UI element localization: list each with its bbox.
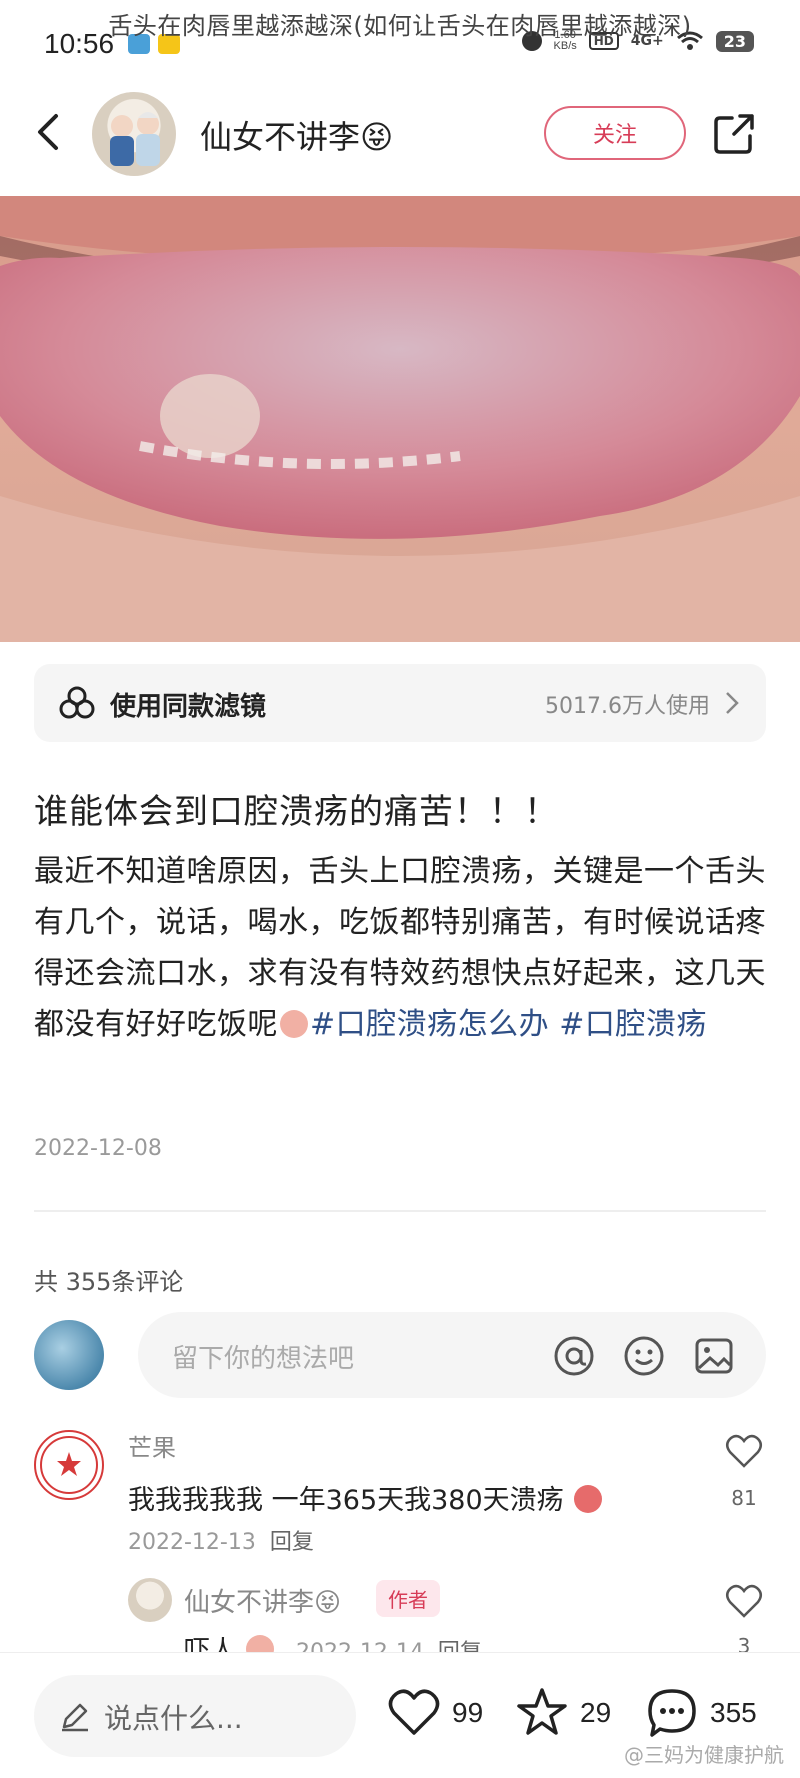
post-body: 最近不知道啥原因，舌头上口腔溃疡，关键是一个舌头有几个，说话，喝水，吃饭都特别痛… [34, 846, 774, 1050]
filter-users-count: 5017.6万人使用 [545, 694, 710, 719]
filter-icon [59, 686, 95, 719]
hashtag-link[interactable]: #口腔溃疡怎么办 [310, 1007, 549, 1042]
like-count: 99 [452, 1697, 484, 1728]
comment-action[interactable]: 355 [644, 1685, 757, 1741]
say-something-input[interactable]: 说点什么... [34, 1675, 356, 1757]
reply-avatar[interactable] [128, 1578, 172, 1622]
heart-icon[interactable] [724, 1582, 764, 1622]
author-name[interactable]: 仙女不讲李😝 [200, 112, 393, 158]
hashtag-link[interactable]: #口腔溃疡 [559, 1007, 707, 1042]
reply-button[interactable]: 回复 [270, 1530, 314, 1555]
comment-meta: 2022-12-13 回复 [128, 1524, 314, 1556]
bottom-action-bar: 说点什么... 99 29 355 @三妈为健康护航 [0, 1652, 800, 1778]
sad-face-emoji-icon [280, 1010, 308, 1038]
post-title: 谁能体会到口腔溃疡的痛苦！！！ [34, 792, 559, 832]
angry-face-emoji-icon [574, 1485, 603, 1513]
filter-bar[interactable]: 使用同款滤镜 5017.6万人使用 [34, 664, 766, 742]
chevron-right-icon [726, 692, 739, 714]
heart-icon[interactable] [724, 1432, 764, 1472]
follow-button[interactable]: 关注 [544, 106, 686, 160]
like-action[interactable]: 99 [386, 1685, 483, 1741]
comment-bubble-icon [648, 1689, 696, 1737]
watermark: @三妈为健康护航 [624, 1743, 784, 1767]
comment-count: 共 355条评论 [34, 1268, 184, 1296]
star-icon [517, 1688, 567, 1735]
share-icon[interactable] [712, 112, 756, 156]
reply-username[interactable]: 仙女不讲李😝 [184, 1582, 341, 1619]
comment-like-count: 81 [731, 1486, 757, 1510]
comment-total: 355 [710, 1697, 757, 1728]
post-header: 仙女不讲李😝 关注 [0, 88, 800, 182]
back-arrow-icon[interactable] [30, 112, 66, 152]
author-avatar[interactable] [92, 92, 176, 176]
author-badge: 作者 [376, 1580, 440, 1617]
avatar-illustration [110, 112, 160, 166]
heart-icon [388, 1689, 440, 1735]
mention-icon[interactable] [552, 1334, 596, 1378]
my-avatar [34, 1320, 104, 1390]
stamp-avatar-illustration [40, 1436, 98, 1494]
comment-date: 2022-12-13 [128, 1530, 256, 1555]
tongue-photo-illustration [0, 196, 800, 642]
say-something-placeholder: 说点什么... [104, 1702, 243, 1735]
comment-text: 我我我我我 一年365天我380天溃疡 [128, 1478, 604, 1517]
star-action[interactable]: 29 [514, 1685, 611, 1741]
star-count: 29 [580, 1697, 612, 1728]
image-icon[interactable] [692, 1334, 736, 1378]
post-date: 2022-12-08 [34, 1136, 162, 1161]
emoji-icon[interactable] [622, 1334, 666, 1378]
comment-username[interactable]: 芒果 [128, 1428, 176, 1463]
divider [34, 1210, 766, 1212]
post-photo[interactable] [0, 196, 800, 642]
comment-input-placeholder: 留下你的想法吧 [172, 1344, 355, 1374]
filter-label: 使用同款滤镜 [110, 692, 267, 722]
comment-input[interactable]: 留下你的想法吧 [138, 1312, 766, 1398]
pen-icon [62, 1703, 88, 1732]
overlay-title: 舌头在肉唇里越添越深(如何让舌头在肉唇里越添越深) [108, 12, 692, 40]
commenter-avatar[interactable] [34, 1430, 104, 1500]
